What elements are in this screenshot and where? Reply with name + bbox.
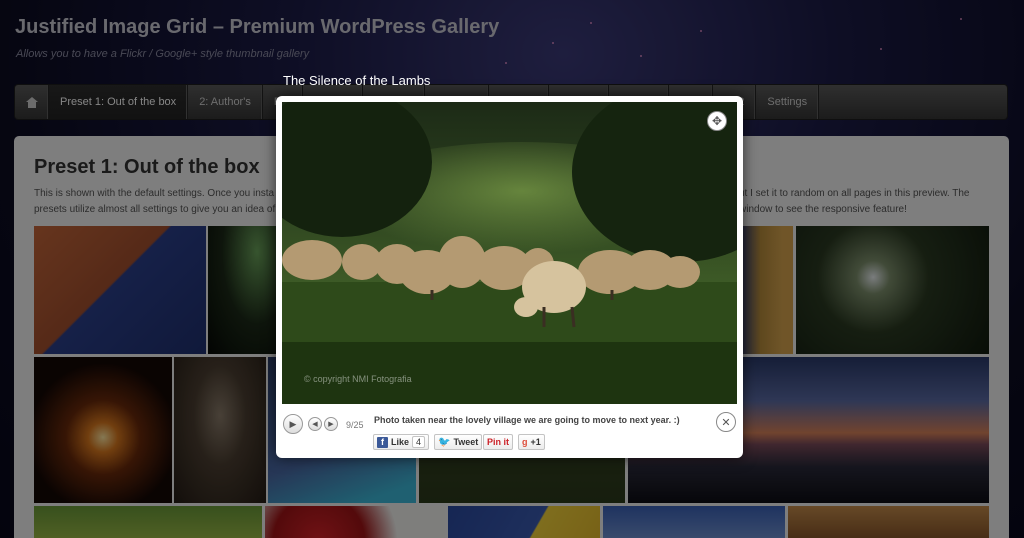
image-counter: 9/25 (346, 420, 364, 430)
tweet-button[interactable]: 🐦 Tweet (434, 434, 483, 450)
photo-watermark: © copyright NMI Fotografia (304, 374, 412, 384)
facebook-like-label: Like (391, 437, 410, 447)
plusone-label: +1 (530, 437, 541, 447)
play-button[interactable]: ▶ (283, 414, 303, 434)
lightbox-title: The Silence of the Lambs (283, 73, 431, 88)
close-icon[interactable]: ✕ (716, 412, 736, 432)
lightbox: ✥ © copyright NMI Fotografia ▶ ◀ ▶ 9/25 … (276, 96, 743, 458)
tweet-label: Tweet (453, 437, 479, 447)
image-caption: Photo taken near the lovely village we a… (374, 415, 680, 425)
expand-icon[interactable]: ✥ (707, 111, 727, 131)
google-plusone-button[interactable]: g +1 (518, 434, 545, 450)
lightbox-photo[interactable]: ✥ © copyright NMI Fotografia (282, 102, 737, 404)
sheep-photo (282, 102, 737, 404)
pinterest-button[interactable]: Pin it (483, 434, 513, 450)
google-plus-icon: g (522, 437, 528, 447)
facebook-like-button[interactable]: f Like 4 (373, 434, 430, 450)
facebook-like-count: 4 (412, 436, 426, 448)
twitter-icon: 🐦 (438, 436, 451, 448)
prev-button[interactable]: ◀ (308, 417, 322, 431)
next-button[interactable]: ▶ (324, 417, 338, 431)
pinterest-label: Pin it (487, 437, 509, 447)
facebook-icon: f (377, 436, 388, 448)
